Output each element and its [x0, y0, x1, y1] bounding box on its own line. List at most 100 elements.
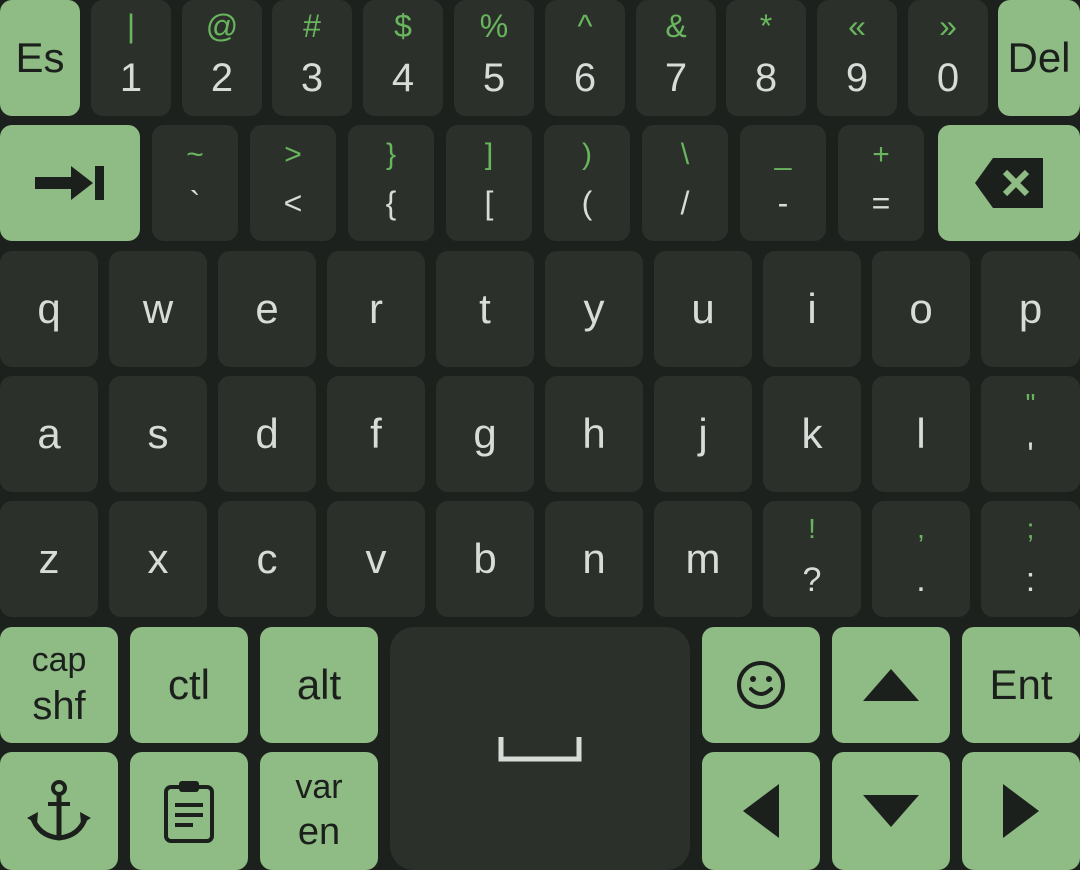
key-q[interactable]: q — [0, 251, 98, 367]
shift-label: shf — [32, 684, 86, 729]
key-h-label: h — [582, 410, 606, 457]
key-5[interactable]: % 5 — [454, 0, 534, 116]
key-k[interactable]: k — [763, 376, 861, 492]
key-z[interactable]: z — [0, 501, 98, 617]
key-2-label: 2 — [210, 56, 234, 100]
key-o[interactable]: o — [872, 251, 970, 367]
key-slash[interactable]: \ / — [642, 125, 728, 241]
key-open-paren-shift-symbol: ) — [582, 138, 592, 171]
key-u[interactable]: u — [654, 251, 752, 367]
key-c[interactable]: c — [218, 501, 316, 617]
key-backtick[interactable]: ~ ` — [152, 125, 238, 241]
alt-key[interactable]: alt — [260, 627, 378, 743]
emoji-key[interactable] — [702, 627, 820, 743]
arrow-down-icon — [861, 793, 921, 829]
arrow-up-key[interactable] — [832, 627, 950, 743]
space-bar-icon — [498, 735, 582, 763]
caps-shift-key[interactable]: cap shf — [0, 627, 118, 743]
key-question[interactable]: ! ? — [763, 501, 861, 617]
key-s[interactable]: s — [109, 376, 207, 492]
space-key[interactable] — [390, 627, 690, 870]
key-4[interactable]: $ 4 — [363, 0, 443, 116]
tab-key[interactable] — [0, 125, 140, 241]
key-apostrophe[interactable]: " ' — [981, 376, 1080, 492]
ctrl-key[interactable]: ctl — [130, 627, 248, 743]
key-v-label: v — [365, 535, 387, 582]
key-6-label: 6 — [573, 56, 597, 100]
key-g[interactable]: g — [436, 376, 534, 492]
key-r-label: r — [369, 285, 383, 332]
key-o-label: o — [909, 285, 933, 332]
key-3[interactable]: # 3 — [272, 0, 352, 116]
key-p[interactable]: p — [981, 251, 1080, 367]
key-less-than[interactable]: > < — [250, 125, 336, 241]
arrow-left-key[interactable] — [702, 752, 820, 870]
key-open-paren[interactable]: ) ( — [544, 125, 630, 241]
variant-key[interactable]: var en — [260, 752, 378, 870]
key-v[interactable]: v — [327, 501, 425, 617]
key-x-label: x — [147, 535, 169, 582]
escape-key[interactable]: Es — [0, 0, 80, 116]
key-j[interactable]: j — [654, 376, 752, 492]
caps-shift-labels: cap shf — [32, 639, 87, 732]
anchor-key[interactable] — [0, 752, 118, 870]
key-open-brace[interactable]: } { — [348, 125, 434, 241]
key-minus-label: - — [777, 185, 789, 221]
key-1[interactable]: | 1 — [91, 0, 171, 116]
key-less-than-label: < — [283, 185, 303, 221]
clipboard-key[interactable] — [130, 752, 248, 870]
delete-key[interactable]: Del — [998, 0, 1080, 116]
key-z-label: z — [38, 535, 60, 582]
variant-top-label: var — [295, 768, 343, 806]
key-b[interactable]: b — [436, 501, 534, 617]
key-3-label: 3 — [300, 56, 324, 100]
key-i[interactable]: i — [763, 251, 861, 367]
key-b-label: b — [473, 535, 497, 582]
key-6[interactable]: ^ 6 — [545, 0, 625, 116]
key-colon[interactable]: ; : — [981, 501, 1080, 617]
key-e[interactable]: e — [218, 251, 316, 367]
key-x[interactable]: x — [109, 501, 207, 617]
key-less-than-shift-symbol: > — [284, 138, 302, 171]
key-n[interactable]: n — [545, 501, 643, 617]
key-0-label: 0 — [936, 56, 960, 100]
key-l[interactable]: l — [872, 376, 970, 492]
key-a[interactable]: a — [0, 376, 98, 492]
key-m[interactable]: m — [654, 501, 752, 617]
enter-key[interactable]: Ent — [962, 627, 1080, 743]
key-5-label: 5 — [482, 56, 506, 100]
key-period[interactable]: , . — [872, 501, 970, 617]
key-9[interactable]: « 9 — [817, 0, 897, 116]
key-e-label: e — [255, 285, 279, 332]
key-minus[interactable]: _ - — [740, 125, 826, 241]
key-r[interactable]: r — [327, 251, 425, 367]
key-7[interactable]: & 7 — [636, 0, 716, 116]
key-t[interactable]: t — [436, 251, 534, 367]
key-2-shift-symbol: @ — [205, 8, 239, 44]
key-0[interactable]: » 0 — [908, 0, 988, 116]
key-n-label: n — [582, 535, 606, 582]
arrow-right-key[interactable] — [962, 752, 1080, 870]
key-colon-label: : — [1025, 561, 1036, 599]
ctrl-label: ctl — [168, 661, 210, 708]
key-f[interactable]: f — [327, 376, 425, 492]
key-backtick-shift-symbol: ~ — [186, 138, 204, 171]
key-h[interactable]: h — [545, 376, 643, 492]
key-3-shift-symbol: # — [303, 8, 321, 44]
key-8[interactable]: * 8 — [726, 0, 806, 116]
key-1-shift-symbol: | — [126, 8, 136, 44]
arrow-down-key[interactable] — [832, 752, 950, 870]
alt-label: alt — [296, 661, 342, 708]
key-equals[interactable]: + = — [838, 125, 924, 241]
arrow-up-icon — [861, 667, 921, 703]
key-u-label: u — [691, 285, 715, 332]
key-y[interactable]: y — [545, 251, 643, 367]
key-d[interactable]: d — [218, 376, 316, 492]
key-2[interactable]: @ 2 — [182, 0, 262, 116]
key-open-bracket[interactable]: ] [ — [446, 125, 532, 241]
enter-label: Ent — [989, 661, 1053, 708]
key-q-label: q — [37, 285, 61, 332]
key-open-brace-label: { — [385, 185, 397, 221]
key-w[interactable]: w — [109, 251, 207, 367]
backspace-key[interactable] — [938, 125, 1080, 241]
